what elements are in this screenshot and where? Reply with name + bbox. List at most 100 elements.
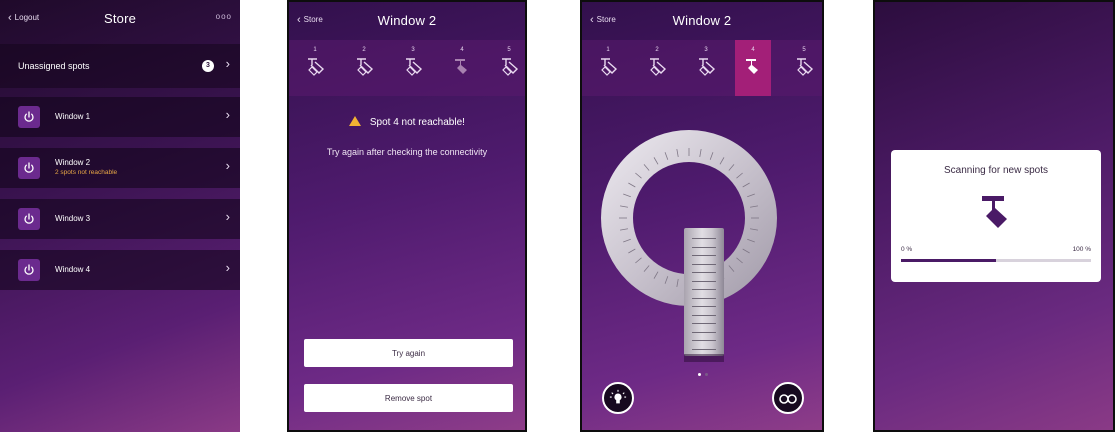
spot-tab-selected[interactable]: 4 [444, 40, 480, 96]
slider-ridge [692, 272, 716, 273]
window-row[interactable]: Window 1 › [0, 97, 240, 137]
spot-number: 4 [460, 47, 464, 53]
help-text: Try again after checking the connectivit… [326, 147, 488, 157]
progress-fill [901, 259, 996, 262]
more-options-button[interactable]: ooo [216, 12, 232, 21]
window-error-screen: ‹ Store Window 2 1 2 3 4 5 Spot 4 not re… [287, 0, 527, 432]
spot-light-icon [455, 59, 467, 74]
power-button[interactable] [18, 106, 40, 128]
chevron-right-icon: › [225, 209, 230, 224]
window-control-screen: ‹ Store Window 2 1 2 3 4 5 [580, 0, 824, 432]
slider-ridge [692, 289, 716, 290]
spot-tab[interactable]: 2 [346, 40, 382, 96]
slider-ridge [692, 306, 716, 307]
scan-dialog: Scanning for new spots 0 % 100 % [891, 150, 1101, 282]
slider-ridge [692, 340, 716, 341]
slider-ridge [692, 314, 716, 316]
try-again-button[interactable]: Try again [304, 339, 513, 367]
spot-tab[interactable]: 3 [688, 40, 724, 96]
spot-tab[interactable]: 5 [786, 40, 822, 96]
power-button[interactable] [18, 208, 40, 230]
slider-ridge [692, 280, 716, 282]
window-name: Window 4 [55, 265, 91, 274]
spot-number: 5 [507, 47, 511, 53]
window-name: Window 2 [55, 158, 91, 167]
spot-tab[interactable]: 1 [590, 40, 626, 96]
binoculars-icon [779, 394, 797, 404]
spot-light-icon [406, 58, 423, 76]
page-dot-active [698, 373, 701, 376]
slider-ridge [692, 323, 716, 324]
chevron-right-icon: › [225, 107, 230, 122]
spot-selector: 1 2 3 4 5 [582, 40, 822, 96]
spot-light-icon [601, 58, 618, 76]
spot-number: 3 [704, 47, 708, 53]
spot-light-icon [982, 196, 1007, 228]
slider-ridge [692, 246, 716, 248]
tilt-slider[interactable] [684, 228, 724, 356]
top-bar: ‹ Logout Store ooo [0, 0, 240, 38]
progress-min-label: 0 % [901, 246, 913, 253]
spot-number: 5 [802, 47, 806, 53]
window-row[interactable]: Window 4 › [0, 250, 240, 290]
slider-ridge [692, 331, 716, 333]
slider-ridge [692, 255, 716, 256]
top-bar: ‹ Store Window 2 [582, 2, 822, 40]
spot-number: 1 [313, 47, 317, 53]
progress-max-label: 100 % [1072, 246, 1091, 253]
progress-bar [901, 259, 1091, 262]
bulb-icon [609, 389, 627, 404]
spot-tab[interactable]: 2 [639, 40, 675, 96]
power-icon [24, 162, 34, 173]
window-row[interactable]: Window 3 › [0, 199, 240, 239]
spot-tab[interactable]: 5 [491, 40, 525, 96]
page-title: Window 2 [377, 13, 437, 28]
page-indicator [698, 373, 708, 376]
top-bar: ‹ Store Window 2 [289, 2, 525, 40]
spot-number: 2 [362, 47, 366, 53]
spot-tab[interactable]: 1 [297, 40, 333, 96]
unassigned-spots-label: Unassigned spots [18, 61, 90, 71]
window-name: Window 1 [55, 112, 91, 121]
scanning-screen: Scanning for new spots 0 % 100 % [873, 0, 1115, 432]
power-button[interactable] [18, 259, 40, 281]
slider-ridge [692, 348, 716, 350]
store-screen: ‹ Logout Store ooo Unassigned spots 3 › … [0, 0, 240, 432]
warning-text: Spot 4 not reachable! [369, 117, 465, 128]
page-title: Store [103, 11, 137, 26]
page-dot [705, 373, 708, 376]
chevron-right-icon: › [225, 56, 230, 71]
spot-light-icon [357, 58, 374, 76]
unassigned-count-badge: 3 [202, 60, 214, 72]
window-status: 2 spots not reachable [55, 169, 118, 176]
window-row[interactable]: Window 2 2 spots not reachable › [0, 148, 240, 188]
spot-light-icon [650, 58, 667, 76]
spot-light-icon [502, 58, 519, 76]
chevron-right-icon: › [225, 158, 230, 173]
power-icon [24, 111, 34, 122]
spot-light-icon [699, 58, 716, 76]
spot-light-icon [746, 59, 758, 74]
spot-light-icon [797, 58, 814, 76]
remove-spot-button[interactable]: Remove spot [304, 384, 513, 412]
spot-number: 1 [606, 47, 610, 53]
window-name: Window 3 [55, 214, 91, 223]
spot-light-icon [308, 58, 325, 76]
power-icon [24, 213, 34, 224]
power-button[interactable] [18, 157, 40, 179]
spot-tab-selected[interactable]: 4 [735, 40, 771, 96]
warning-icon [349, 116, 362, 126]
power-icon [24, 264, 34, 275]
dialog-title: Scanning for new spots [944, 165, 1048, 176]
spot-number: 4 [751, 47, 755, 53]
light-button[interactable] [602, 382, 634, 414]
warning-message: Spot 4 not reachable! [289, 116, 525, 128]
spot-number: 2 [655, 47, 659, 53]
binoculars-button[interactable] [772, 382, 804, 414]
spot-selector: 1 2 3 4 5 [289, 40, 525, 96]
unassigned-spots-row[interactable]: Unassigned spots 3 › [0, 44, 240, 88]
slider-ridge [692, 238, 716, 239]
slider-ridge [692, 297, 716, 299]
chevron-right-icon: › [225, 260, 230, 275]
spot-tab[interactable]: 3 [395, 40, 431, 96]
